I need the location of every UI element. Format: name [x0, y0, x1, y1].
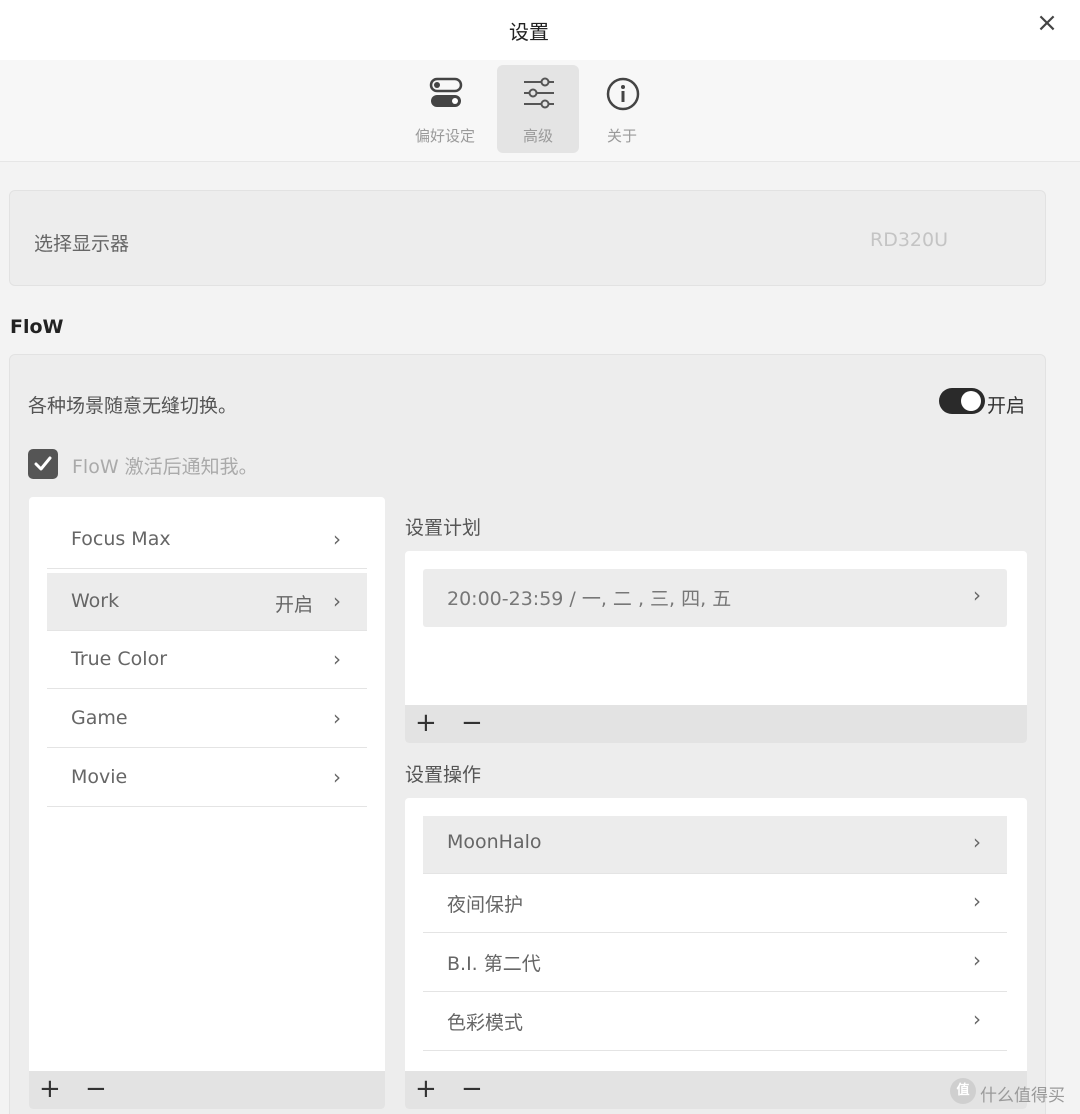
flow-toggle[interactable] [939, 388, 985, 414]
tab-advanced[interactable]: 高级 [497, 65, 579, 153]
plan-title: 设置计划 [405, 517, 482, 539]
chevron-right-icon: › [333, 589, 341, 613]
scene-row-game[interactable]: Game › [47, 690, 367, 748]
scene-name: True Color [71, 648, 168, 670]
flow-section-title: FloW [10, 316, 64, 338]
scene-row-work[interactable]: Work 开启 › [47, 573, 367, 631]
actions-panel: MoonHalo › 夜间保护 › B.I. 第二代 › 色彩模式 › + − [405, 798, 1027, 1109]
scene-name: Focus Max [71, 528, 171, 550]
remove-action-button[interactable]: − [461, 1075, 483, 1103]
notify-label: FloW 激活后通知我。 [72, 456, 258, 478]
display-selector[interactable]: 选择显示器 RD320U [9, 190, 1046, 286]
scene-list-toolbar: + − [29, 1071, 385, 1109]
display-label: 选择显示器 [34, 233, 130, 255]
toggle-icon [429, 77, 463, 107]
action-name: B.I. 第二代 [447, 953, 541, 975]
action-name: 夜间保护 [447, 894, 524, 916]
scene-status: 开启 [275, 594, 314, 616]
action-name: 色彩模式 [447, 1012, 524, 1034]
scene-list-panel: Focus Max › Work 开启 › True Color › Game … [29, 497, 385, 1109]
tab-label: 高级 [522, 127, 553, 145]
watermark-text: 什么值得买 [980, 1086, 1065, 1106]
tab-bar: 偏好设定 高级 关于 [0, 60, 1080, 162]
title-bar: 设置 × [0, 0, 1080, 60]
chevron-right-icon: › [333, 765, 341, 789]
tab-about[interactable]: 关于 [581, 65, 663, 153]
action-row-bi-gen2[interactable]: B.I. 第二代 › [423, 934, 1007, 992]
tab-label: 偏好设定 [414, 127, 475, 145]
window-title: 设置 [509, 20, 549, 44]
chevron-right-icon: › [973, 830, 981, 854]
plan-toolbar: + − [405, 705, 1027, 743]
chevron-right-icon: › [333, 706, 341, 730]
watermark: 值 什么值得买 [948, 1076, 1080, 1108]
actions-title: 设置操作 [405, 764, 482, 786]
plan-row[interactable]: 20:00-23:59 / 一, 二 , 三, 四, 五 › [423, 569, 1007, 627]
chevron-right-icon: › [973, 948, 981, 972]
scene-row-movie[interactable]: Movie › [47, 749, 367, 807]
notify-checkbox[interactable] [28, 449, 58, 479]
chevron-right-icon: › [333, 647, 341, 671]
action-row-color-mode[interactable]: 色彩模式 › [423, 993, 1007, 1051]
tab-label: 关于 [606, 127, 637, 145]
scene-name: Work [71, 590, 120, 612]
action-row-night-protection[interactable]: 夜间保护 › [423, 875, 1007, 933]
scene-name: Game [71, 707, 128, 729]
flow-card: 各种场景随意无缝切换。 开启 FloW 激活后通知我。 Focus Max › … [9, 354, 1046, 1114]
watermark-logo: 值 [950, 1078, 976, 1104]
plan-text: 20:00-23:59 / 一, 二 , 三, 四, 五 [447, 588, 732, 610]
remove-plan-button[interactable]: − [461, 709, 483, 737]
add-action-button[interactable]: + [415, 1075, 437, 1103]
flow-description: 各种场景随意无缝切换。 [28, 395, 238, 417]
chevron-right-icon: › [333, 527, 341, 551]
actions-toolbar: + − [405, 1071, 1027, 1109]
chevron-right-icon: › [973, 583, 981, 607]
flow-toggle-label: 开启 [987, 395, 1026, 417]
action-name: MoonHalo [447, 831, 542, 853]
scene-row-true-color[interactable]: True Color › [47, 631, 367, 689]
tab-preferences[interactable]: 偏好设定 [404, 65, 486, 153]
remove-scene-button[interactable]: − [85, 1075, 107, 1103]
chevron-right-icon: › [973, 889, 981, 913]
checkmark-icon [34, 456, 52, 471]
action-row-moonhalo[interactable]: MoonHalo › [423, 816, 1007, 874]
toggle-knob [961, 391, 981, 411]
add-plan-button[interactable]: + [415, 709, 437, 737]
display-value: RD320U [870, 229, 949, 251]
scene-row-focus-max[interactable]: Focus Max › [47, 511, 367, 569]
sliders-icon [524, 77, 554, 109]
info-icon [606, 77, 640, 111]
scene-name: Movie [71, 766, 128, 788]
close-icon[interactable]: × [1034, 10, 1060, 36]
plan-panel: 20:00-23:59 / 一, 二 , 三, 四, 五 › + − [405, 551, 1027, 743]
chevron-right-icon: › [973, 1007, 981, 1031]
add-scene-button[interactable]: + [39, 1075, 61, 1103]
